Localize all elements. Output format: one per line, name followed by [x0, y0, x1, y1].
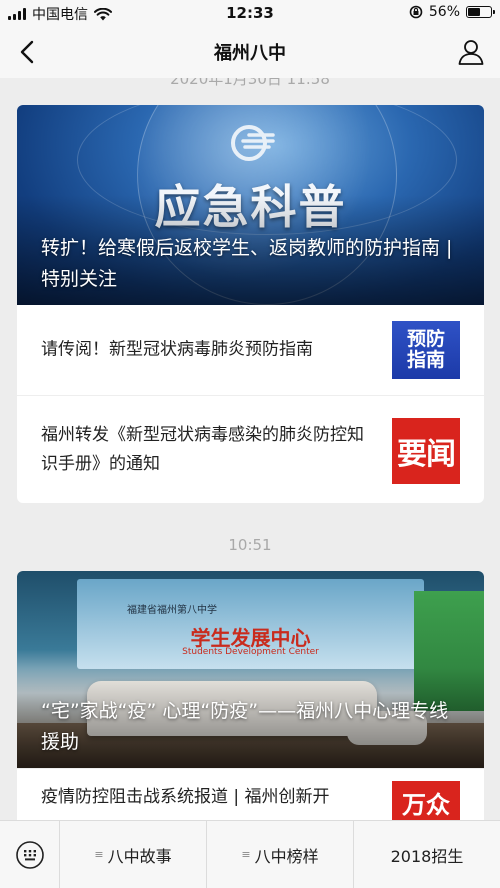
profile-icon[interactable]	[456, 37, 486, 67]
rotation-lock-icon	[409, 5, 423, 19]
article-thumbnail: 万众一心	[392, 781, 460, 820]
article-card: 应急科普 转扩！给寒假后返校学生、返岗教师的防护指南 | 特别关注 请传阅！新型…	[17, 105, 484, 503]
bottom-menu: ≡ 八中故事 ≡ 八中榜样 2018招生	[0, 820, 500, 888]
article-item[interactable]: 福州转发《新型冠状病毒感染的肺炎防控知识手册》的通知 要闻	[17, 395, 484, 503]
page-title: 福州八中	[214, 43, 286, 64]
article-card: 福建省福州第八中学 学生发展中心 Students Development Ce…	[17, 571, 484, 820]
submenu-icon: ≡	[241, 848, 251, 861]
keyboard-toggle-button[interactable]	[0, 821, 60, 888]
article-item[interactable]: 请传阅！新型冠状病毒肺炎预防指南 预防 指南	[17, 305, 484, 395]
menu-item-stories[interactable]: ≡ 八中故事	[60, 821, 207, 888]
article-thumbnail: 要闻	[392, 418, 460, 484]
cover-article-title: “宅”家战“疫” 心理“防疫”——福州八中心理专线援助	[41, 700, 449, 753]
menu-item-role-models[interactable]: ≡ 八中榜样	[207, 821, 354, 888]
wall-sign-subtitle: Students Development Center	[182, 647, 319, 657]
menu-item-admissions[interactable]: 2018招生	[354, 821, 500, 888]
article-title: 福州转发《新型冠状病毒感染的肺炎防控知识手册》的通知	[41, 424, 364, 474]
status-right: 56%	[409, 4, 495, 20]
menu-item-label: 八中故事	[107, 846, 172, 866]
menu-item-label: 八中榜样	[254, 846, 319, 866]
keyboard-icon	[15, 841, 44, 869]
cover-article[interactable]: 应急科普 转扩！给寒假后返校学生、返岗教师的防护指南 | 特别关注	[17, 105, 484, 305]
nav-bar: 福州八中	[0, 26, 500, 78]
message-list[interactable]: 2020年1月30日 11:58 应急科普 转扩！给寒假后返校学生、返岗教师的防…	[0, 78, 500, 820]
menu-item-label: 2018招生	[390, 846, 464, 866]
battery-percent: 56%	[428, 4, 460, 20]
wall-school-name: 福建省福州第八中学	[127, 605, 217, 616]
submenu-icon: ≡	[94, 848, 104, 861]
battery-icon	[466, 6, 495, 18]
emergency-logo-icon	[231, 125, 275, 161]
article-title: 疫情防控阻击战系统报道 | 福州创新开	[41, 787, 330, 807]
cover-article[interactable]: 福建省福州第八中学 学生发展中心 Students Development Ce…	[17, 571, 484, 768]
status-bar: 中国电信 12:33 56%	[0, 0, 500, 26]
message-timestamp: 10:51	[228, 536, 272, 554]
article-thumbnail: 预防 指南	[392, 321, 460, 379]
article-title: 请传阅！新型冠状病毒肺炎预防指南	[41, 339, 313, 360]
article-item[interactable]: 疫情防控阻击战系统报道 | 福州创新开 万众一心	[17, 768, 484, 820]
cover-article-title: 转扩！给寒假后返校学生、返岗教师的防护指南 | 特别关注	[41, 237, 453, 290]
battery-fill	[468, 8, 481, 16]
message-timestamp: 2020年1月30日 11:58	[170, 78, 330, 88]
